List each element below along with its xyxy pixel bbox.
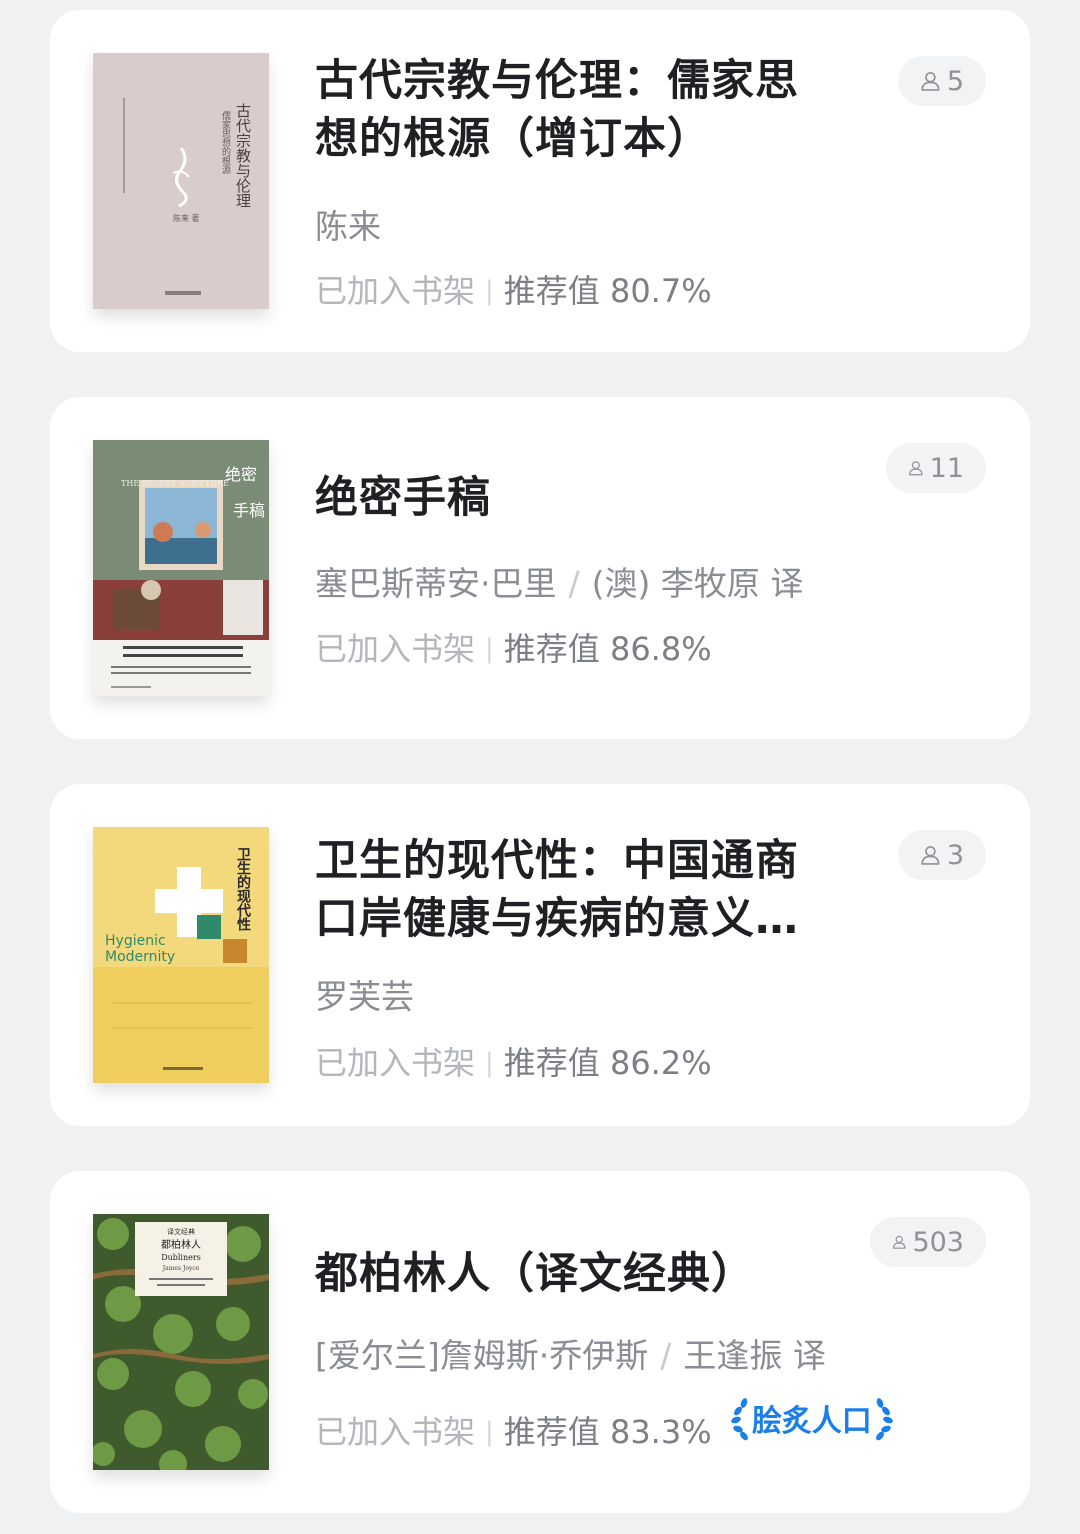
book-meta-2: 已加入书架 | 推荐值 86.8% (315, 624, 712, 670)
book-card-2[interactable]: THE SECRET SCRIPTURE 绝密 手稿 绝密手稿 塞巴斯蒂安·巴里… (50, 397, 1030, 739)
recommend-value: 推荐值 83.3% (503, 1413, 712, 1451)
meta-divider: | (485, 1048, 494, 1078)
award-label: 脍炙人口 (751, 1404, 872, 1439)
book-meta-1: 已加入书架 | 推荐值 80.7% (315, 266, 712, 312)
book-cover-4[interactable]: 译文经典 都柏林人 Dubliners James Joyce (93, 1214, 269, 1470)
shelf-status: 已加入书架 (315, 1413, 476, 1451)
svg-text:James Joyce: James Joyce (162, 1265, 200, 1272)
readers-badge-4[interactable]: 503 (870, 1217, 986, 1267)
meta-divider: | (485, 634, 494, 664)
translator-name[interactable]: 王逢振 译 (683, 1336, 826, 1375)
book-author-3[interactable]: 罗芙芸 (315, 970, 414, 1018)
book-cover-2[interactable]: THE SECRET SCRIPTURE 绝密 手稿 (93, 440, 269, 696)
meta-divider: | (485, 276, 494, 306)
author-name[interactable]: 陈来 (315, 207, 381, 246)
author-name[interactable]: 罗芙芸 (315, 977, 414, 1016)
cover-art-4: 译文经典 都柏林人 Dubliners James Joyce (93, 1214, 269, 1470)
book-author-4[interactable]: [爱尔兰]詹姆斯·乔伊斯 / 王逢振 译 (315, 1329, 826, 1377)
book-meta-3: 已加入书架 | 推荐值 86.2% (315, 1038, 712, 1084)
author-separator: / (568, 564, 580, 603)
svg-text:手稿: 手稿 (233, 501, 265, 520)
readers-badge-3[interactable]: 3 (898, 830, 986, 880)
book-card-4[interactable]: 译文经典 都柏林人 Dubliners James Joyce 都柏林人（译文经… (50, 1171, 1030, 1513)
author-name[interactable]: 塞巴斯蒂安·巴里 (315, 564, 557, 603)
svg-text:绝密: 绝密 (225, 465, 257, 484)
book-title-3[interactable]: 卫生的现代性：中国通商口岸健康与疾病的意义… (315, 832, 835, 948)
svg-text:都柏林人: 都柏林人 (161, 1238, 201, 1251)
laurel-right-icon (875, 1398, 893, 1441)
author-separator: / (660, 1336, 672, 1375)
book-meta-4: 已加入书架 | 推荐值 83.3% 脍炙人口 (315, 1397, 896, 1453)
readers-badge-2[interactable]: 11 (886, 443, 986, 493)
recommend-value: 推荐值 86.2% (503, 1044, 712, 1082)
author-name[interactable]: [爱尔兰]詹姆斯·乔伊斯 (315, 1336, 648, 1375)
translator-name[interactable]: (澳) 李牧原 译 (592, 564, 804, 603)
shelf-status: 已加入书架 (315, 630, 476, 668)
svg-text:Dubliners: Dubliners (161, 1253, 201, 1262)
person-icon (921, 846, 940, 865)
book-title-1[interactable]: 古代宗教与伦理：儒家思想的根源（增订本） (315, 52, 835, 168)
recommend-value: 推荐值 86.8% (503, 630, 712, 668)
readers-count: 5 (946, 65, 964, 97)
book-cover-1[interactable]: 古代宗教与伦理 儒家思想的根源 陈来 著 (93, 53, 269, 309)
svg-text:THE SECRET SCRIPTURE: THE SECRET SCRIPTURE (121, 479, 229, 488)
book-title-2[interactable]: 绝密手稿 (315, 469, 835, 527)
book-author-2[interactable]: 塞巴斯蒂安·巴里 / (澳) 李牧原 译 (315, 557, 803, 605)
cover-art-3: Hygienic Modernity 卫生的现代性 (93, 827, 269, 1083)
shelf-status: 已加入书架 (315, 1044, 476, 1082)
book-card-3[interactable]: Hygienic Modernity 卫生的现代性 卫生的现代性：中国通商口岸健… (50, 784, 1030, 1126)
book-cover-3[interactable]: Hygienic Modernity 卫生的现代性 (93, 827, 269, 1083)
meta-divider: | (485, 1417, 494, 1447)
book-author-1[interactable]: 陈来 (315, 200, 381, 248)
svg-text:译文经典: 译文经典 (167, 1227, 195, 1236)
svg-text:儒家思想的根源: 儒家思想的根源 (220, 110, 231, 175)
svg-text:卫生的现代性: 卫生的现代性 (235, 847, 252, 931)
svg-text:陈来 著: 陈来 著 (173, 213, 200, 223)
svg-text:Modernity: Modernity (105, 949, 175, 965)
recommend-value: 推荐值 80.7% (503, 272, 712, 310)
laurel-left-icon (730, 1398, 748, 1441)
book-card-1[interactable]: 古代宗教与伦理 儒家思想的根源 陈来 著 古代宗教与伦理：儒家思想的根源（增订本… (50, 10, 1030, 352)
readers-count: 3 (946, 839, 964, 871)
readers-count: 503 (912, 1226, 964, 1258)
award-badge[interactable]: 脍炙人口 (728, 1395, 896, 1441)
book-title-4[interactable]: 都柏林人（译文经典） (315, 1245, 835, 1303)
svg-text:Hygienic: Hygienic (105, 933, 166, 949)
person-icon (921, 72, 940, 91)
cover-art-2: THE SECRET SCRIPTURE 绝密 手稿 (93, 440, 269, 696)
person-icon (909, 461, 923, 476)
readers-badge-1[interactable]: 5 (898, 56, 986, 106)
readers-count: 11 (929, 452, 964, 484)
cover-art-1: 古代宗教与伦理 儒家思想的根源 陈来 著 (93, 53, 269, 309)
shelf-status: 已加入书架 (315, 272, 476, 310)
person-icon (892, 1235, 906, 1249)
svg-text:古代宗教与伦理: 古代宗教与伦理 (234, 103, 252, 208)
